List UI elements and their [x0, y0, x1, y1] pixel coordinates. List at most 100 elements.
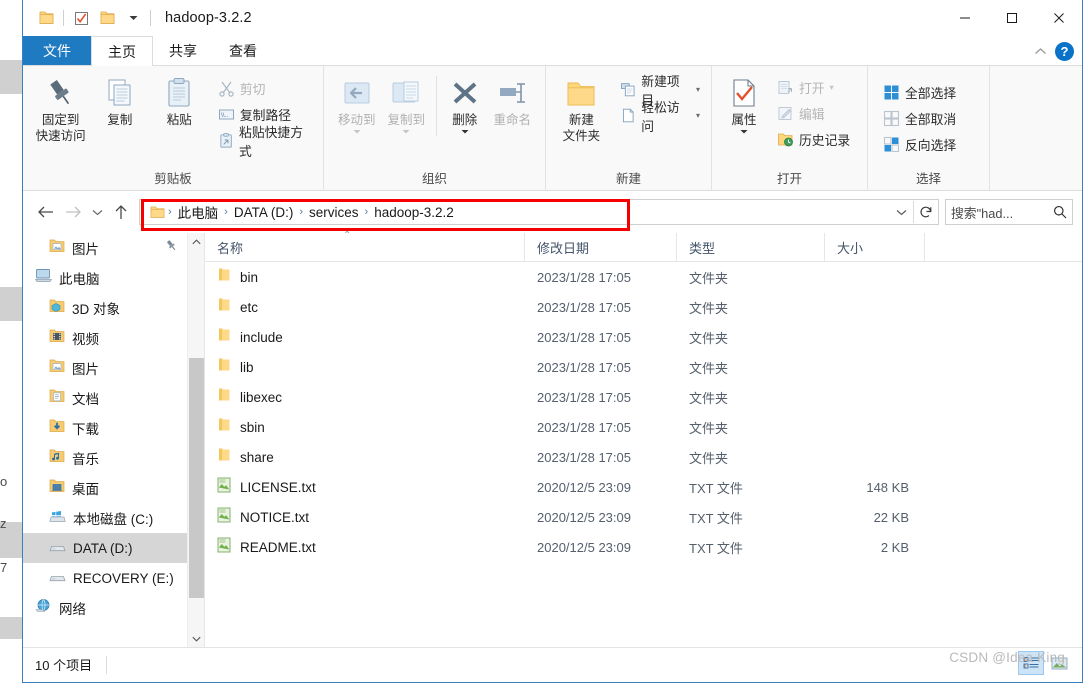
file-list-pane[interactable]: 名称 修改日期 类型 大小 ⌃ bin 2023/1/28 17:05 文件夹 — [204, 230, 1082, 647]
breadcrumb-item-data-d[interactable]: DATA (D:) — [229, 205, 299, 220]
open-label: 打开 — [799, 81, 825, 96]
folder-icon[interactable] — [33, 5, 59, 31]
tab-home[interactable]: 主页 — [91, 36, 153, 66]
edit-button[interactable]: 编辑 — [774, 102, 853, 125]
breadcrumb-item-this-pc[interactable]: 此电脑 — [173, 202, 224, 222]
column-header-name[interactable]: 名称 — [205, 232, 525, 262]
properties-check-icon[interactable] — [68, 5, 94, 31]
invert-selection-button[interactable]: 反向选择 — [880, 133, 959, 156]
select-all-button[interactable]: 全部选择 — [880, 81, 959, 104]
navigation-pane[interactable]: 图片 此电脑 3D 对象 视频 图片 文档 下载 音乐 桌面 本地磁盘 (C:)… — [23, 233, 204, 647]
minimize-button[interactable] — [941, 0, 988, 36]
column-header-date[interactable]: 修改日期 — [525, 232, 677, 262]
navigation-scrollbar[interactable] — [187, 233, 204, 647]
pin-icon[interactable] — [165, 239, 178, 257]
copy-to-button[interactable]: 复制到 — [381, 76, 430, 134]
breadcrumb-item-services[interactable]: services — [304, 205, 364, 220]
scroll-down-icon[interactable] — [188, 630, 204, 647]
move-to-button[interactable]: 移动到 — [332, 76, 381, 134]
table-row[interactable]: sbin 2023/1/28 17:05 文件夹 — [205, 412, 1082, 442]
breadcrumb-folder-icon[interactable] — [146, 206, 167, 219]
sidebar-item-3d-objects[interactable]: 3D 对象 — [23, 293, 204, 323]
drive-icon — [49, 539, 66, 558]
easy-access-caret-icon[interactable]: ▾ — [696, 111, 700, 120]
bg-block-1 — [0, 60, 22, 94]
forward-button[interactable] — [59, 198, 87, 226]
help-button[interactable]: ? — [1055, 41, 1074, 61]
quick-access-toolbar — [23, 0, 155, 36]
table-row[interactable]: LICENSE.txt 2020/12/5 23:09 TXT 文件 148 K… — [205, 472, 1082, 502]
sidebar-item-downloads[interactable]: 下载 — [23, 413, 204, 443]
new-folder-icon[interactable] — [94, 5, 120, 31]
open-caret-icon[interactable]: ▾ — [830, 83, 834, 92]
tab-file[interactable]: 文件 — [23, 36, 91, 65]
sidebar-item-desktop[interactable]: 桌面 — [23, 473, 204, 503]
table-row[interactable]: include 2023/1/28 17:05 文件夹 — [205, 322, 1082, 352]
tab-share[interactable]: 共享 — [153, 36, 213, 65]
toolbar-divider-2 — [150, 10, 151, 26]
recent-locations-button[interactable] — [87, 198, 107, 226]
address-breadcrumb-bar[interactable]: › 此电脑 › DATA (D:) › services › hadoop-3.… — [139, 199, 939, 225]
rename-button[interactable]: 重命名 — [488, 76, 537, 129]
sidebar-item-local-disk-c[interactable]: 本地磁盘 (C:) — [23, 503, 204, 533]
column-header-type[interactable]: 类型 — [677, 232, 825, 262]
table-row[interactable]: libexec 2023/1/28 17:05 文件夹 — [205, 382, 1082, 412]
sidebar-item-this-pc[interactable]: 此电脑 — [23, 263, 204, 293]
search-box[interactable]: 搜索"had... — [945, 199, 1073, 225]
back-button[interactable] — [31, 198, 59, 226]
table-row[interactable]: etc 2023/1/28 17:05 文件夹 — [205, 292, 1082, 322]
table-row[interactable]: lib 2023/1/28 17:05 文件夹 — [205, 352, 1082, 382]
file-type: 文件夹 — [689, 420, 729, 436]
scroll-up-icon[interactable] — [188, 233, 204, 250]
sidebar-item-data-d[interactable]: DATA (D:) — [23, 533, 204, 563]
column-header-size[interactable]: 大小 — [825, 232, 925, 262]
qat-dropdown-caret-icon[interactable] — [120, 5, 146, 31]
up-button[interactable] — [107, 198, 135, 226]
file-date: 2023/1/28 17:05 — [537, 299, 631, 315]
properties-button[interactable]: 属性 — [720, 74, 768, 134]
maximize-button[interactable] — [988, 0, 1035, 36]
new-folder-button[interactable]: 新建 文件夹 — [554, 76, 609, 144]
easy-access-button[interactable]: 轻松访问 ▾ — [617, 100, 703, 134]
paste-button[interactable]: 粘贴 — [150, 72, 209, 129]
new-item-caret-icon[interactable]: ▾ — [696, 85, 700, 94]
table-row[interactable]: README.txt 2020/12/5 23:09 TXT 文件 2 KB — [205, 532, 1082, 562]
sidebar-item-label: 文档 — [72, 392, 99, 407]
paste-shortcut-button[interactable]: 粘贴快捷方式 — [215, 125, 315, 159]
properties-caret-icon — [740, 129, 748, 134]
history-label: 历史记录 — [799, 133, 851, 148]
history-button[interactable]: 历史记录 — [774, 128, 853, 151]
sidebar-item-recovery-e[interactable]: RECOVERY (E:) — [23, 563, 204, 593]
copy-label: 复制 — [107, 113, 133, 127]
sidebar-item-videos[interactable]: 视频 — [23, 323, 204, 353]
copy-button[interactable]: 复制 — [90, 72, 149, 129]
sidebar-item-documents[interactable]: 文档 — [23, 383, 204, 413]
cut-button[interactable]: 剪切 — [215, 77, 315, 100]
collapse-ribbon-icon[interactable] — [1034, 47, 1047, 56]
refresh-icon[interactable] — [914, 200, 938, 224]
bg-block-4 — [0, 617, 22, 639]
sidebar-item-pictures[interactable]: 图片 — [23, 353, 204, 383]
delete-button[interactable]: 删除 — [442, 76, 488, 134]
scrollbar-thumb[interactable] — [189, 358, 204, 598]
svg-text:\\..: \\.. — [221, 112, 228, 119]
table-row[interactable]: bin 2023/1/28 17:05 文件夹 — [205, 262, 1082, 292]
address-dropdown-icon[interactable] — [889, 200, 913, 224]
search-input[interactable]: 搜索"had... — [951, 203, 1013, 222]
breadcrumb-item-hadoop[interactable]: hadoop-3.2.2 — [369, 205, 459, 220]
magnifier-icon[interactable] — [1053, 205, 1067, 219]
close-button[interactable] — [1035, 0, 1082, 36]
address-bar-right-icons — [889, 200, 938, 224]
open-button[interactable]: 打开 ▾ — [774, 76, 853, 99]
sidebar-item-pictures-quick[interactable]: 图片 — [23, 233, 204, 263]
ribbon-toolbar: 固定到 快速访问 复制 粘贴 剪切 \\.. 复制路径 粘贴快捷方式 剪贴板 移… — [23, 66, 1082, 191]
tab-view[interactable]: 查看 — [213, 36, 273, 65]
select-none-button[interactable]: 全部取消 — [880, 107, 959, 130]
sidebar-item-network[interactable]: 网络 — [23, 593, 204, 623]
pin-to-quick-access-button[interactable]: 固定到 快速访问 — [31, 72, 90, 144]
sidebar-item-label: RECOVERY (E:) — [73, 570, 174, 586]
table-row[interactable]: NOTICE.txt 2020/12/5 23:09 TXT 文件 22 KB — [205, 502, 1082, 532]
table-row[interactable]: share 2023/1/28 17:05 文件夹 — [205, 442, 1082, 472]
file-name: lib — [240, 359, 254, 375]
sidebar-item-music[interactable]: 音乐 — [23, 443, 204, 473]
